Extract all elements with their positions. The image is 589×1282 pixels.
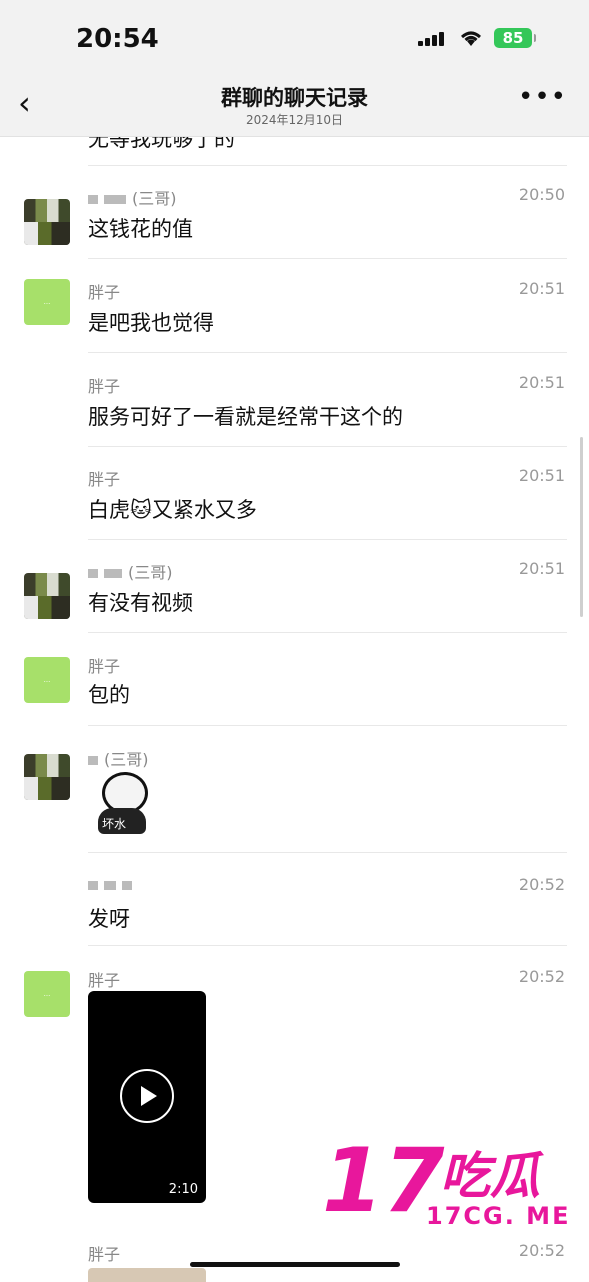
page-subtitle-date: 2024年12月10日 [245,113,344,127]
watermark-logo: 17 吃瓜 17CG. ME [322,1136,582,1236]
watermark-text: 吃瓜 [440,1147,540,1205]
message-text: 是吧我也觉得 [88,311,214,335]
sender-name: (三哥) [88,185,177,209]
message-time: 20:52 [518,967,565,986]
home-indicator[interactable] [190,1262,400,1267]
sender-name: 胖子 [88,377,121,396]
avatar[interactable] [24,754,70,800]
sender-name [88,875,138,894]
message-time: 20:51 [518,373,565,392]
status-time: 20:54 [76,24,159,54]
sender-name: (三哥) [88,746,149,770]
message-text: 服务可好了一看就是经常干这个的 [88,405,403,429]
message-time: 20:52 [518,875,565,894]
avatar[interactable] [24,199,70,245]
wifi-icon [461,31,481,46]
message-text: 有没有视频 [88,591,193,615]
video-duration: 2:10 [168,1182,198,1197]
message-text: 包的 [88,683,130,707]
message-time: 20:52 [518,1241,565,1260]
message-text: 白虎🐱又紧水又多 [88,498,257,522]
message-text: 这钱花的值 [88,217,193,241]
avatar[interactable] [24,573,70,619]
sticker-image[interactable]: 坏水 [92,768,152,838]
avatar[interactable]: ... [24,971,70,1017]
status-bar: 20:54 85 [0,0,589,78]
more-icon[interactable]: ••• [518,82,567,112]
sender-name: 胖子 [88,1245,121,1264]
page-title: 群聊的聊天记录 [221,86,368,110]
message-text: 发呀 [88,907,130,931]
play-icon[interactable] [120,1069,174,1123]
message-time: 20:51 [518,279,565,298]
avatar[interactable]: ... [24,279,70,325]
sender-name: 胖子 [88,283,121,302]
message-time: 20:51 [518,559,565,578]
nav-bar: ‹ 群聊的聊天记录 2024年12月10日 ••• [0,78,589,137]
cut-message-text: 无等我玩够了的 [88,137,235,151]
chat-history-list[interactable]: 无等我玩够了的 (三哥) 20:50 这钱花的值 ... 胖子 20:51 是吧… [0,137,589,1280]
message-time: 20:51 [518,466,565,485]
scrollbar[interactable] [580,437,583,617]
avatar[interactable]: ... [24,657,70,703]
signal-icon [418,30,450,46]
sticker-label: 坏水 [102,817,127,831]
message-time: 20:50 [518,185,565,204]
sender-name: 胖子 [88,971,121,990]
sender-name: (三哥) [88,559,173,583]
sender-name: 胖子 [88,470,121,489]
sender-name: 胖子 [88,657,121,676]
video-message[interactable]: 2:10 [88,991,206,1203]
battery-icon: 85 [494,28,536,48]
watermark-url: 17CG. ME [426,1202,571,1230]
